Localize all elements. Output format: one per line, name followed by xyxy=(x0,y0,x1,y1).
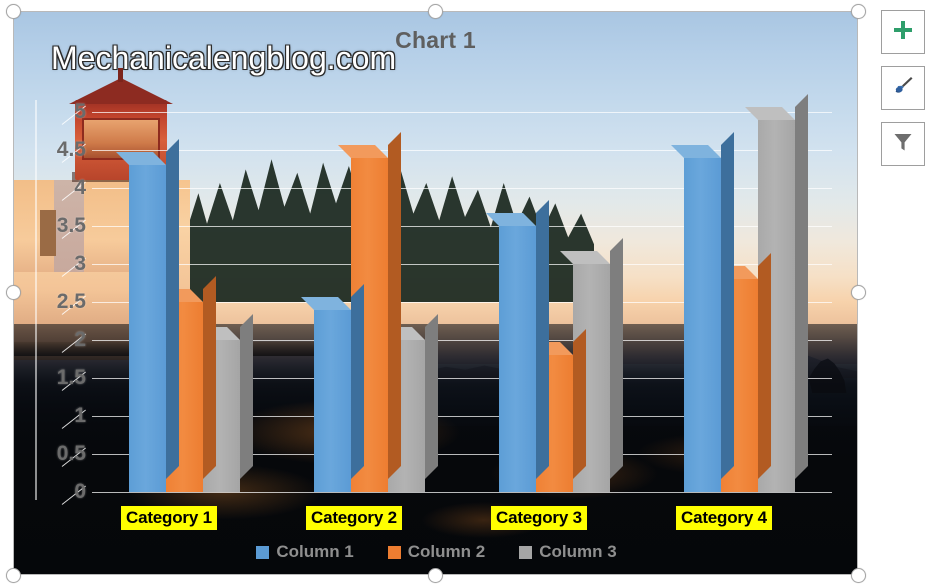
category-axis-label: Category 4 xyxy=(676,506,772,530)
chart-elements-button[interactable] xyxy=(881,10,925,54)
value-axis-tick-label: 0.5 xyxy=(56,442,86,465)
category-axis-label: Category 3 xyxy=(491,506,587,530)
value-axis-tick-label: 3 xyxy=(74,252,86,275)
bar-front-face xyxy=(499,226,536,492)
chart-quick-actions xyxy=(881,10,925,166)
selection-handle-top-right[interactable] xyxy=(851,4,866,19)
chart-styles-button[interactable] xyxy=(881,66,925,110)
bar-side-face xyxy=(795,93,808,479)
selection-handle-bottom-center[interactable] xyxy=(428,568,443,583)
legend-swatch xyxy=(519,545,533,559)
selection-handle-bottom-left[interactable] xyxy=(6,568,21,583)
category-axis-label: Category 2 xyxy=(306,506,402,530)
bar-side-face xyxy=(721,131,734,479)
legend-label: Column 3 xyxy=(539,542,617,561)
legend-swatch xyxy=(387,545,401,559)
selection-handle-bottom-right[interactable] xyxy=(851,568,866,583)
value-axis-tick-label: 2 xyxy=(74,328,86,351)
funnel-icon xyxy=(891,130,915,159)
bar-top-face xyxy=(671,144,721,158)
value-axis-tick-label: 3.5 xyxy=(56,214,86,237)
chart-object[interactable]: Mechanicalengblog.com Chart 1 5 4.5 4 3.5 3 2… xyxy=(13,11,858,575)
selection-handle-top-left[interactable] xyxy=(6,4,21,19)
value-axis-tick-label: 1.5 xyxy=(56,366,86,389)
plus-icon xyxy=(892,19,914,46)
value-axis-tick-label: 4.5 xyxy=(56,138,86,161)
bar-side-face xyxy=(573,329,586,479)
bar-column-1-category-2[interactable] xyxy=(301,283,364,492)
legend-label: Column 1 xyxy=(276,542,354,561)
bar-side-face xyxy=(758,253,771,479)
bar-side-face xyxy=(388,131,401,479)
chart-legend[interactable]: Column 1 Column 2 Column 3 xyxy=(14,542,857,562)
selection-handle-top-center[interactable] xyxy=(428,4,443,19)
bar-side-face xyxy=(610,238,623,479)
chart-canvas: Mechanicalengblog.com Chart 1 5 4.5 4 3.5 3 2… xyxy=(0,0,943,587)
selection-handle-middle-right[interactable] xyxy=(851,285,866,300)
legend-swatch xyxy=(256,545,270,559)
paintbrush-icon xyxy=(891,74,915,103)
value-axis-tick-label: 2.5 xyxy=(56,290,86,313)
bar-side-face xyxy=(203,276,216,479)
value-axis[interactable]: 5 4.5 4 3.5 3 2.5 2 1.5 1 0.5 0 xyxy=(14,100,92,503)
chart-filters-button[interactable] xyxy=(881,122,925,166)
bar-top-face xyxy=(301,296,351,310)
value-axis-tick-label: 4 xyxy=(74,176,86,199)
bar-front-face xyxy=(129,165,166,492)
bar-front-face xyxy=(314,309,351,492)
legend-item[interactable]: Column 3 xyxy=(519,542,617,562)
selection-handle-middle-left[interactable] xyxy=(6,285,21,300)
bar-side-face xyxy=(536,200,549,479)
value-axis-tick-label: 5 xyxy=(74,100,86,123)
bar-side-face xyxy=(166,139,179,479)
bar-column-1-category-1[interactable] xyxy=(116,139,179,492)
bar-series-layer[interactable] xyxy=(92,93,832,492)
bar-top-face xyxy=(338,144,388,158)
bar-side-face xyxy=(351,283,364,479)
bar-top-face xyxy=(116,152,166,166)
legend-label: Column 2 xyxy=(407,542,486,561)
legend-item[interactable]: Column 2 xyxy=(387,542,486,562)
gridline xyxy=(92,492,832,493)
bar-column-1-category-4[interactable] xyxy=(671,131,734,492)
value-axis-tick-label: 1 xyxy=(74,404,86,427)
bar-front-face xyxy=(684,157,721,492)
value-axis-tick-label: 0 xyxy=(74,480,86,503)
bar-column-1-category-3[interactable] xyxy=(486,200,549,492)
bar-top-face xyxy=(486,213,536,226)
chart-title[interactable]: Chart 1 xyxy=(14,27,857,54)
legend-item[interactable]: Column 1 xyxy=(256,542,354,562)
bar-side-face xyxy=(425,314,438,479)
bar-top-face xyxy=(560,251,610,264)
category-axis-label: Category 1 xyxy=(121,506,217,530)
bar-side-face xyxy=(240,314,253,479)
